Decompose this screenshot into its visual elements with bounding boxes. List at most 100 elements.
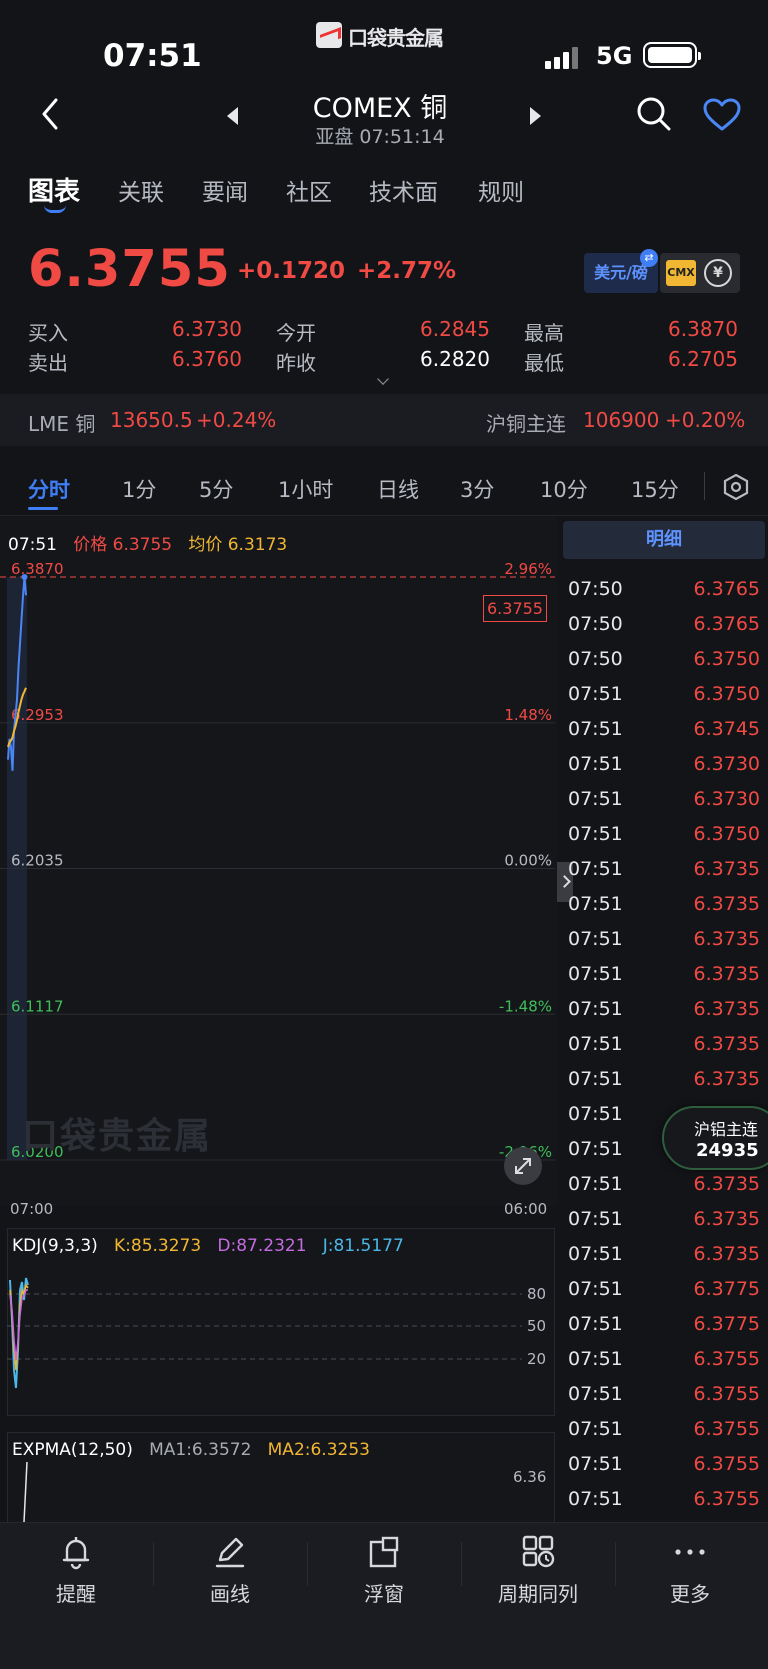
y-tick-right: 2.96% bbox=[504, 560, 552, 578]
detail-price: 6.3755 bbox=[693, 1418, 760, 1440]
detail-time: 07:51 bbox=[568, 998, 623, 1020]
prev-product-button[interactable] bbox=[227, 107, 238, 125]
draw-label: 画线 bbox=[210, 1582, 250, 1606]
detail-time: 07:51 bbox=[568, 683, 623, 705]
detail-price: 6.3735 bbox=[693, 1068, 760, 1090]
y-tick-left: 6.3870 bbox=[11, 560, 64, 578]
chart-settings-button[interactable] bbox=[722, 473, 750, 501]
detail-row: 07:51 6.3735 bbox=[568, 963, 760, 998]
detail-time: 07:51 bbox=[568, 1208, 623, 1230]
expma-ma2: MA2:6.3253 bbox=[267, 1440, 370, 1460]
period-15m[interactable]: 15分 bbox=[631, 474, 679, 504]
detail-time: 07:51 bbox=[568, 1278, 623, 1300]
tab-news[interactable]: 要闻 bbox=[202, 173, 248, 207]
open-label: 今开 bbox=[276, 321, 316, 345]
detail-row: 07:51 6.3745 bbox=[568, 718, 760, 753]
detail-row: 07:51 6.3735 bbox=[568, 1033, 760, 1068]
period-10m[interactable]: 10分 bbox=[540, 474, 588, 504]
tab-community[interactable]: 社区 bbox=[286, 173, 332, 207]
grid-clock-icon bbox=[522, 1535, 555, 1568]
period-1h[interactable]: 1小时 bbox=[278, 474, 333, 504]
favorite-button[interactable] bbox=[703, 98, 741, 132]
sell-label: 卖出 bbox=[28, 351, 68, 375]
detail-row: 07:51 6.3735 bbox=[568, 1243, 760, 1278]
period-1m[interactable]: 1分 bbox=[122, 474, 156, 504]
detail-row: 07:51 6.3735 bbox=[568, 1173, 760, 1208]
high-label: 最高 bbox=[524, 321, 564, 345]
cmx-tag: CMX bbox=[666, 260, 696, 286]
detail-price: 6.3745 bbox=[693, 718, 760, 740]
detail-price: 6.3750 bbox=[693, 648, 760, 670]
search-button[interactable] bbox=[636, 96, 672, 132]
detail-time: 07:51 bbox=[568, 788, 623, 810]
tab-technical[interactable]: 技术面 bbox=[369, 173, 438, 207]
detail-price: 6.3750 bbox=[693, 683, 760, 705]
detail-price: 6.3755 bbox=[693, 1383, 760, 1405]
expma-header: EXPMA(12,50) MA1:6.3572 MA2:6.3253 bbox=[12, 1440, 370, 1460]
x-axis-end: 06:00 bbox=[504, 1200, 548, 1218]
detail-time: 07:51 bbox=[568, 1453, 623, 1475]
float-window-button[interactable]: 浮窗 bbox=[324, 1530, 444, 1610]
chart-header-time: 07:51 bbox=[8, 535, 57, 555]
period-3m[interactable]: 3分 bbox=[460, 474, 494, 504]
next-product-button[interactable] bbox=[530, 107, 541, 125]
tab-rules[interactable]: 规则 bbox=[478, 173, 524, 207]
floating-quote-badge[interactable]: 沪铝主连 24935 bbox=[662, 1106, 768, 1170]
kdj-level-80: 80 bbox=[527, 1285, 546, 1303]
detail-time: 07:51 bbox=[568, 753, 623, 775]
fullscreen-button[interactable] bbox=[504, 1147, 542, 1185]
more-button[interactable]: 更多 bbox=[630, 1530, 750, 1610]
detail-time: 07:51 bbox=[568, 1103, 623, 1125]
detail-price: 6.3775 bbox=[693, 1278, 760, 1300]
draw-button[interactable]: 画线 bbox=[170, 1530, 290, 1610]
period-intraday[interactable]: 分时 bbox=[28, 474, 70, 504]
signal-icon bbox=[545, 45, 585, 69]
multi-period-button[interactable]: 周期同列 bbox=[478, 1530, 598, 1610]
open-value: 6.2845 bbox=[420, 317, 490, 341]
swap-icon: ⇄ bbox=[640, 249, 658, 267]
tab-related[interactable]: 关联 bbox=[118, 173, 164, 207]
detail-price: 6.3730 bbox=[693, 753, 760, 775]
kdj-chart: 80 50 20 bbox=[7, 1277, 546, 1389]
chevron-left-icon bbox=[42, 98, 58, 130]
chevron-down-icon[interactable] bbox=[377, 373, 389, 385]
tab-underline bbox=[44, 205, 66, 213]
period-5m[interactable]: 5分 bbox=[199, 474, 233, 504]
alert-button[interactable]: 提醒 bbox=[16, 1530, 136, 1610]
heart-icon bbox=[703, 98, 741, 131]
buy-value: 6.3730 bbox=[172, 317, 242, 341]
currency-icon: ¥ bbox=[704, 259, 732, 287]
alert-label: 提醒 bbox=[56, 1582, 96, 1606]
detail-time: 07:51 bbox=[568, 1138, 623, 1160]
detail-tab[interactable]: 明细 bbox=[563, 521, 765, 559]
low-value: 6.2705 bbox=[668, 347, 738, 371]
lme-value: 13650.5 bbox=[110, 408, 193, 432]
detail-price: 6.3735 bbox=[693, 1033, 760, 1055]
divider bbox=[461, 1542, 462, 1586]
detail-price: 6.3755 bbox=[693, 1348, 760, 1370]
exchange-button[interactable]: CMX ¥ bbox=[660, 253, 740, 293]
detail-row: 07:51 6.3735 bbox=[568, 998, 760, 1033]
period-daily[interactable]: 日线 bbox=[377, 474, 419, 504]
divider bbox=[153, 1542, 154, 1586]
y-tick-left: 6.2035 bbox=[11, 852, 64, 870]
prev-close-value: 6.2820 bbox=[420, 347, 490, 371]
sh-pct: +0.20% bbox=[665, 408, 746, 432]
app-logo: 口袋贵金属 bbox=[316, 22, 456, 50]
back-button[interactable] bbox=[36, 96, 66, 132]
detail-time: 07:51 bbox=[568, 1033, 623, 1055]
tab-chart[interactable]: 图表 bbox=[28, 171, 80, 208]
sh-name: 沪铜主连 bbox=[486, 412, 566, 436]
detail-time: 07:51 bbox=[568, 858, 623, 880]
detail-row: 07:51 6.3755 bbox=[568, 1453, 760, 1488]
divider bbox=[307, 1542, 308, 1586]
more-dots-icon bbox=[675, 1549, 705, 1555]
detail-row: 07:51 6.3735 bbox=[568, 1068, 760, 1103]
detail-row: 07:51 6.3735 bbox=[568, 928, 760, 963]
detail-row: 07:51 6.3730 bbox=[568, 753, 760, 788]
expand-icon bbox=[515, 1158, 531, 1174]
detail-row: 07:51 6.3750 bbox=[568, 823, 760, 858]
expma-label: EXPMA(12,50) bbox=[12, 1440, 133, 1460]
detail-row: 07:51 6.3755 bbox=[568, 1348, 760, 1383]
detail-price: 6.3735 bbox=[693, 1173, 760, 1195]
